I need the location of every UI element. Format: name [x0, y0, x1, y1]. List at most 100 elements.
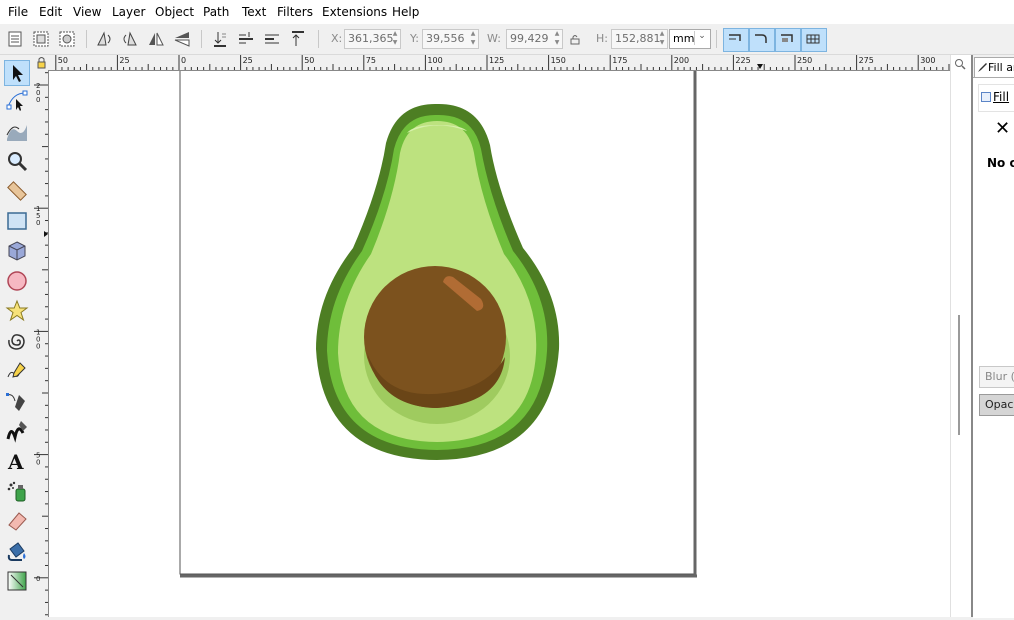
x-label: X:	[331, 32, 343, 45]
eraser-tool-icon[interactable]	[5, 509, 29, 533]
ruler-label: 0	[36, 575, 40, 583]
opacity-label: Opacity (%)	[985, 398, 1014, 411]
canvas-drawing	[179, 68, 697, 578]
text-tool-icon[interactable]: A	[5, 449, 29, 473]
deselect-icon[interactable]	[57, 29, 77, 49]
vertical-scrollbar[interactable]	[950, 55, 971, 617]
menu-text[interactable]: Text	[242, 5, 266, 19]
ellipse-tool-icon[interactable]	[5, 269, 29, 293]
y-field[interactable]: 39,556 ▲ ▼	[422, 29, 479, 49]
ruler-label: 275	[859, 56, 874, 65]
menu-extensions[interactable]: Extensions	[322, 5, 387, 19]
unit-value: mm	[673, 32, 695, 45]
chevron-down-icon: ⌄	[694, 31, 709, 45]
flip-vertical-icon[interactable]	[172, 29, 192, 49]
move-gradients-toggle[interactable]	[775, 28, 801, 52]
lock-guides-icon[interactable]	[34, 55, 48, 70]
ruler-label: 0	[36, 96, 40, 104]
spray-tool-icon[interactable]	[5, 479, 29, 503]
ruler-ticks-vertical: 200150100500	[34, 72, 48, 616]
gradient-tool-icon[interactable]	[5, 569, 29, 593]
lock-icon[interactable]	[569, 33, 581, 45]
calligraphy-tool-icon[interactable]	[5, 419, 29, 443]
scale-corners-icon	[755, 34, 767, 43]
h-increment-icon[interactable]: ▲	[658, 30, 666, 38]
ruler-label: 300	[920, 56, 935, 65]
lower-icon[interactable]	[236, 29, 256, 49]
menu-bar: File Edit View Layer Object Path Text Fi…	[0, 0, 1014, 25]
dock-tab-label: Fill and Stroke	[988, 61, 1014, 74]
unit-select[interactable]: mm ⌄	[669, 29, 711, 49]
spiral-tool-icon[interactable]	[5, 329, 29, 353]
fill-tab[interactable]: Fill	[978, 84, 1014, 112]
lower-to-bottom-icon[interactable]	[210, 29, 230, 49]
brush-icon	[978, 63, 987, 72]
ruler-ticks: 50 25 0 25 50 75 100 125 150 175 200 225 250 275 300	[55, 55, 950, 70]
fill-stroke-dock: Fill and Stroke Fill ✕ No objects Blur (…	[971, 55, 1014, 618]
move-patterns-toggle[interactable]	[801, 28, 827, 52]
vertical-ruler[interactable]: 200150100500	[34, 70, 49, 617]
w-field[interactable]: 99,429 ▲ ▼	[506, 29, 563, 49]
opacity-field[interactable]: Opacity (%)	[979, 394, 1014, 416]
raise-icon[interactable]	[262, 29, 282, 49]
menu-object[interactable]: Object	[155, 5, 194, 19]
paint-bucket-tool-icon[interactable]	[5, 539, 29, 563]
x-increment-icon[interactable]: ▲	[391, 30, 399, 38]
x-field[interactable]: 361,365 ▲ ▼	[344, 29, 401, 49]
scale-stroke-toggle[interactable]	[723, 28, 749, 52]
measure-tool-icon[interactable]	[5, 179, 29, 203]
ruler-label: 25	[119, 56, 129, 65]
ruler-label: 100	[427, 56, 442, 65]
menu-filters[interactable]: Filters	[277, 5, 313, 19]
drawing-canvas[interactable]	[49, 68, 950, 617]
pencil-tool-icon[interactable]	[5, 359, 29, 383]
rectangle-tool-icon[interactable]	[5, 209, 29, 233]
rotate-cw-icon[interactable]	[120, 29, 140, 49]
y-decrement-icon[interactable]: ▼	[469, 39, 477, 47]
h-decrement-icon[interactable]: ▼	[658, 39, 666, 47]
scale-corners-toggle[interactable]	[749, 28, 775, 52]
flip-horizontal-icon[interactable]	[146, 29, 166, 49]
menu-layer[interactable]: Layer	[112, 5, 145, 19]
dock-tab[interactable]: Fill and Stroke	[974, 57, 1014, 78]
w-decrement-icon[interactable]: ▼	[553, 39, 561, 47]
blur-field[interactable]: Blur (%)	[979, 366, 1014, 388]
ruler-label: 150	[551, 56, 566, 65]
horizontal-ruler[interactable]: 50 25 0 25 50 75 100 125 150 175 200 225 250 275 300	[48, 55, 951, 71]
h-field[interactable]: 152,881 ▲ ▼	[611, 29, 668, 49]
x-decrement-icon[interactable]: ▼	[391, 39, 399, 47]
3d-box-tool-icon[interactable]	[5, 239, 29, 263]
select-all-icon[interactable]	[5, 29, 25, 49]
menu-file[interactable]: File	[8, 5, 28, 19]
ruler-label: 50	[58, 56, 68, 65]
arrow-pointer-icon	[13, 65, 23, 82]
zoom-tool-icon[interactable]	[5, 149, 29, 173]
h-value: 152,881	[615, 32, 661, 45]
selector-tool[interactable]	[4, 60, 30, 86]
fill-tab-label: Fill	[993, 90, 1010, 104]
star-tool-icon[interactable]	[5, 299, 29, 323]
pen-tool-icon[interactable]	[5, 389, 29, 413]
y-increment-icon[interactable]: ▲	[469, 30, 477, 38]
svg-text:A: A	[7, 450, 24, 473]
menu-view[interactable]: View	[73, 5, 101, 19]
zoom-corner-icon[interactable]	[954, 58, 966, 70]
raise-to-top-icon[interactable]	[288, 29, 308, 49]
rotate-ccw-icon[interactable]	[94, 29, 114, 49]
scrollbar-thumb[interactable]	[958, 315, 960, 435]
tweak-tool-icon[interactable]	[5, 119, 29, 143]
scale-stroke-icon	[729, 34, 741, 41]
menu-help[interactable]: Help	[392, 5, 419, 19]
y-label: Y:	[410, 32, 419, 45]
no-paint-icon[interactable]: ✕	[995, 120, 1010, 138]
w-increment-icon[interactable]: ▲	[553, 30, 561, 38]
menu-edit[interactable]: Edit	[39, 5, 62, 19]
select-all-layers-icon[interactable]	[31, 29, 51, 49]
node-tool-icon[interactable]	[5, 89, 29, 113]
no-objects-text: No objects	[987, 156, 1014, 170]
ruler-label: 75	[366, 56, 376, 65]
ruler-label: 250	[797, 56, 812, 65]
fill-swatch-icon	[981, 92, 991, 102]
h-label: H:	[596, 32, 608, 45]
menu-path[interactable]: Path	[203, 5, 229, 19]
